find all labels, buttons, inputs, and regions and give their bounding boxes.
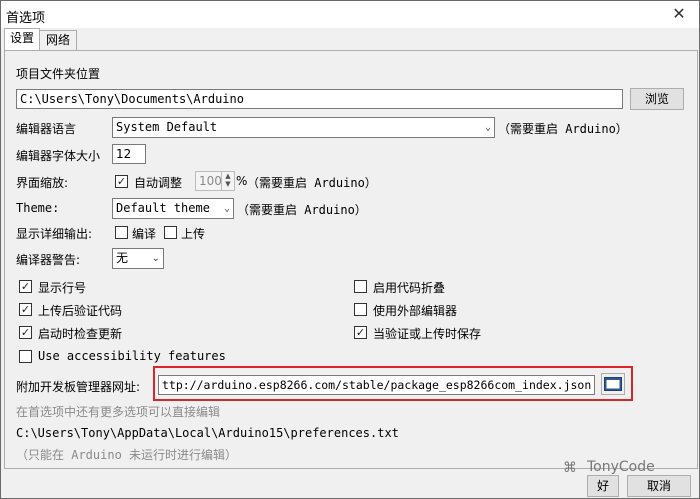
verify-after-upload-label: 上传后验证代码 <box>38 304 123 318</box>
prefs-file-path: C:\Users\Tony\AppData\Local\Arduino15\pr… <box>16 426 399 440</box>
board-urls-input[interactable]: ttp://arduino.esp8266.com/stable/package… <box>158 375 595 395</box>
tab-label: 网络 <box>45 33 70 47</box>
editor-language-note: （需要重启 Arduino） <box>498 122 628 136</box>
accessibility-label: Use accessibility features <box>38 349 226 363</box>
board-urls-label: 附加开发板管理器网址: <box>16 380 141 394</box>
watermark-text: TonyCode <box>587 459 655 475</box>
save-on-verify-checkbox[interactable]: ✓ <box>354 326 367 339</box>
preferences-window: 首选项 ✕ 设置 网络 项目文件夹位置 C:\Users\Tony\Docume… <box>0 0 700 499</box>
warnings-label: 编译器警告: <box>16 253 81 267</box>
title-bar: 首选项 ✕ <box>1 1 699 28</box>
external-editor-checkbox[interactable] <box>354 303 367 316</box>
wechat-icon: ⌘ <box>563 460 577 476</box>
ok-button[interactable]: 好 <box>587 475 619 497</box>
font-size-label: 编辑器字体大小 <box>16 149 101 163</box>
chevron-down-icon: ⌄ <box>484 122 491 133</box>
verbose-label: 显示详细输出: <box>16 227 93 241</box>
scale-value: 100 <box>199 174 222 188</box>
edit-urls-button[interactable] <box>601 373 625 395</box>
editor-language-select[interactable]: System Default ⌄ <box>112 117 495 138</box>
tab-network[interactable]: 网络 <box>39 30 77 51</box>
save-on-verify-label: 当验证或上传时保存 <box>373 327 482 341</box>
sketchbook-path-input[interactable]: C:\Users\Tony\Documents\Arduino <box>16 89 623 109</box>
external-editor-label: 使用外部编辑器 <box>373 304 458 318</box>
tab-settings[interactable]: 设置 <box>4 28 40 51</box>
edit-while-closed-note: （只能在 Arduino 未运行时进行编辑） <box>16 448 238 462</box>
auto-scale-label: 自动调整 <box>134 176 183 190</box>
close-icon[interactable]: ✕ <box>661 2 697 26</box>
theme-label: Theme: <box>16 201 60 215</box>
warnings-value: 无 <box>116 251 129 265</box>
window-title: 首选项 <box>6 11 46 26</box>
warnings-select[interactable]: 无 ⌄ <box>112 248 164 269</box>
font-size-input[interactable]: 12 <box>112 144 146 164</box>
theme-note: （需要重启 Arduino） <box>237 203 367 217</box>
verbose-upload-label: 上传 <box>181 227 206 241</box>
auto-scale-checkbox[interactable]: ✓ <box>115 175 128 188</box>
chevron-down-icon: ⌄ <box>223 203 230 214</box>
sketchbook-label: 项目文件夹位置 <box>16 67 101 81</box>
cancel-button[interactable]: 取消 <box>627 475 691 497</box>
theme-value: Default theme <box>116 201 210 215</box>
scale-input[interactable]: 100 ▲ ▼ <box>195 171 235 191</box>
accessibility-checkbox[interactable] <box>19 350 32 363</box>
show-line-numbers-checkbox[interactable]: ✓ <box>19 280 32 293</box>
check-updates-label: 启动时检查更新 <box>38 327 123 341</box>
scale-unit: % <box>236 174 248 188</box>
theme-select[interactable]: Default theme ⌄ <box>112 198 234 219</box>
scale-label: 界面缩放: <box>16 176 69 190</box>
verbose-upload-checkbox[interactable] <box>164 226 177 239</box>
show-line-numbers-label: 显示行号 <box>38 281 87 295</box>
verify-after-upload-checkbox[interactable]: ✓ <box>19 303 32 316</box>
window-icon <box>604 377 622 391</box>
verbose-compile-label: 编译 <box>132 227 157 241</box>
editor-language-value: System Default <box>116 120 218 134</box>
editor-language-label: 编辑器语言 <box>16 122 77 136</box>
code-folding-checkbox[interactable] <box>354 280 367 293</box>
code-folding-label: 启用代码折叠 <box>373 281 446 295</box>
browse-button[interactable]: 浏览 <box>630 88 684 110</box>
more-prefs-note: 在首选项中还有更多选项可以直接编辑 <box>16 405 221 419</box>
scale-note: （需要重启 Arduino） <box>247 176 377 190</box>
verbose-compile-checkbox[interactable] <box>115 226 128 239</box>
check-updates-checkbox[interactable]: ✓ <box>19 326 32 339</box>
tab-label: 设置 <box>9 31 34 45</box>
chevron-down-icon: ⌄ <box>151 253 160 264</box>
scale-stepper[interactable]: ▲ ▼ <box>221 172 234 190</box>
